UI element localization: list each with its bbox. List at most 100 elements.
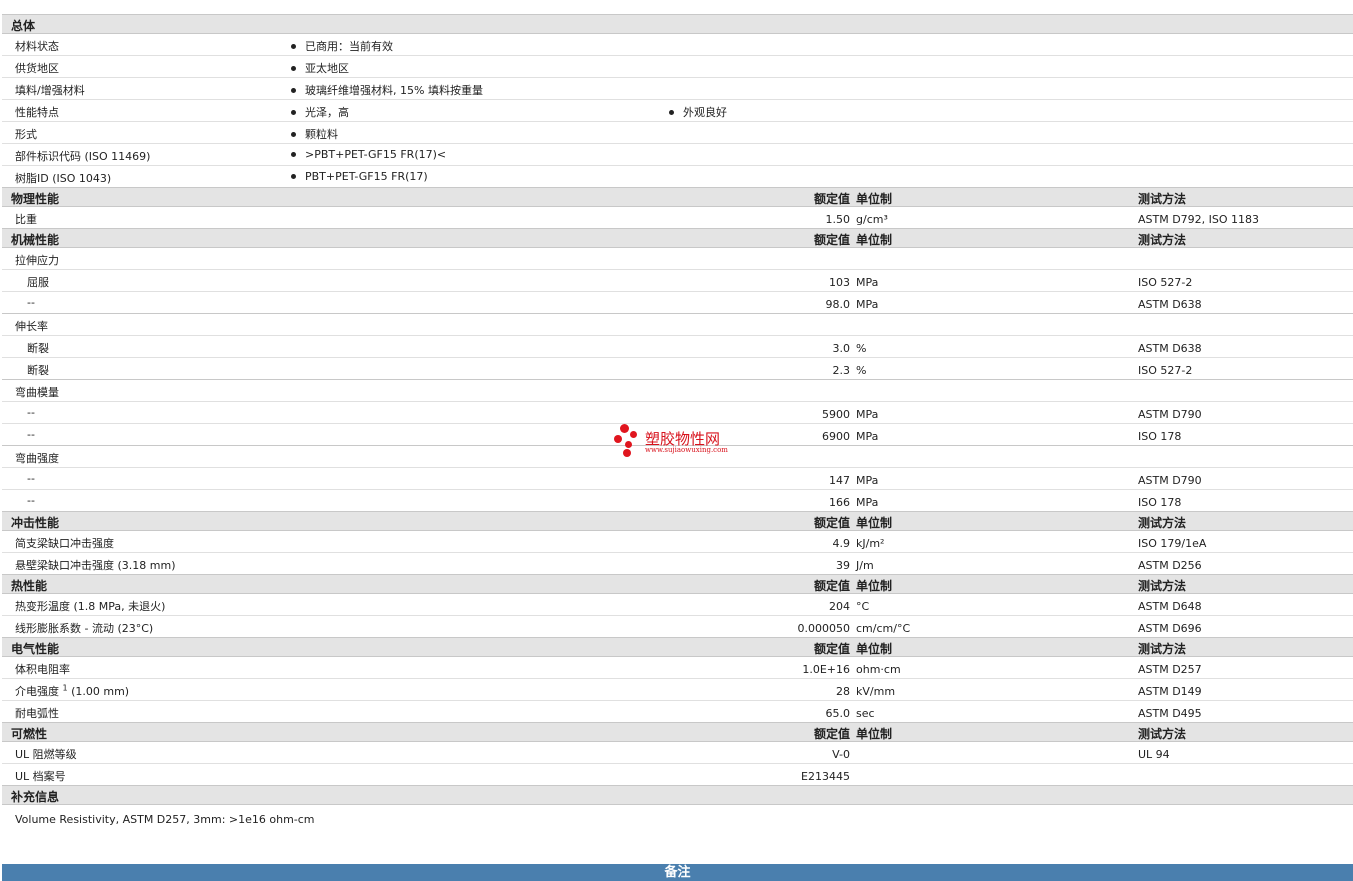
unit: °C [856,600,870,613]
property-name-text: 热变形温度 (1.8 MPa, 未退火) [15,600,166,613]
general-row: 材料状态 已商用：当前有效 [2,34,1353,56]
test-method: ASTM D648 [1138,600,1202,613]
column-header-value: 额定值 [813,516,850,530]
property-name: 性能特点 [15,106,59,119]
property-row: 拉伸应力 [2,248,1353,270]
property-name-extra: (1.00 mm) [67,685,130,698]
property-name-text: 介电强度 [15,685,59,698]
nominal-value: 166 [829,496,850,509]
property-row: -- 98.0 MPa ASTM D638 [2,292,1353,314]
property-row: 介电强度 1 (1.00 mm) 28 kV/mm ASTM D149 [2,679,1353,701]
general-row: 填料/增强材料 玻璃纤维增强材料, 15% 填料按重量 [2,78,1353,100]
general-row: 性能特点 光泽，高 外观良好 [2,100,1353,122]
test-method: ASTM D790 [1138,408,1202,421]
property-name-text: 断裂 [27,342,49,355]
nominal-value: E213445 [801,770,850,783]
property-value: 亚太地区 [291,60,349,76]
bullet-icon [291,43,296,49]
property-value: 颗粒料 [291,126,338,142]
property-value-text: 已商用：当前有效 [305,40,393,53]
property-value: 已商用：当前有效 [291,38,393,54]
property-row: 体积电阻率 1.0E+16 ohm·cm ASTM D257 [2,657,1353,679]
property-name-text: UL 阻燃等级 [15,748,77,761]
test-method: ASTM D790 [1138,474,1202,487]
column-header-value: 额定值 [813,579,850,593]
unit: ohm·cm [856,663,901,676]
unit: MPa [856,276,879,289]
property-row: 热变形温度 (1.8 MPa, 未退火) 204 °C ASTM D648 [2,594,1353,616]
bullet-icon [291,87,296,93]
nominal-value: 6900 [822,430,850,443]
column-header-unit: 单位制 [856,192,893,206]
unit: cm/cm/°C [856,622,911,635]
property-value: 玻璃纤维增强材料, 15% 填料按重量 [291,82,483,98]
property-name: 比重 [15,211,37,227]
nominal-value: 147 [829,474,850,487]
property-row: 弯曲模量 [2,380,1353,402]
bullet-icon [291,131,296,137]
property-row: 悬壁梁缺口冲击强度 (3.18 mm) 39 J/m ASTM D256 [2,553,1353,575]
property-row: UL 阻燃等级 V-0 UL 94 [2,742,1353,764]
column-header-method: 测试方法 [1138,642,1187,656]
section-title: 电气性能 [11,642,60,656]
supplement-row: Volume Resistivity, ASTM D257, 3mm: >1e1… [2,805,1353,827]
property-value: PBT+PET-GF15 FR(17) [291,170,428,183]
general-section: 总体 材料状态 已商用：当前有效 供货地区 亚太地区 填料/增强材料 玻璃纤维增强材料, 1… [2,15,1353,188]
section-header: 电气性能 额定值 单位制 测试方法 [2,638,1353,657]
property-row: UL 档案号 E213445 [2,764,1353,786]
property-name: 耐电弧性 [15,705,59,721]
section-title: 机械性能 [11,233,60,247]
top-border [2,0,1353,15]
bullet-icon [669,109,674,115]
datasheet: 总体 材料状态 已商用：当前有效 供货地区 亚太地区 填料/增强材料 玻璃纤维增强材料, 1… [2,0,1353,827]
property-row: 断裂 3.0% ASTM D638 [2,336,1353,358]
nominal-value: 98.0 [825,298,851,311]
nominal-value: 2.3 [832,364,851,377]
test-method: ISO 178 [1138,496,1182,509]
property-name: 热变形温度 (1.8 MPa, 未退火) [15,598,165,614]
property-name: 部件标识代码 (ISO 11469) [15,150,151,163]
property-row: -- 147 MPa ASTM D790 [2,468,1353,490]
unit: % [856,342,867,355]
column-header-unit: 单位制 [856,516,893,530]
property-name-text: 悬壁梁缺口冲击强度 (3.18 mm) [15,559,176,572]
property-value-text: 颗粒料 [305,128,338,141]
property-name-text: 比重 [15,213,37,226]
column-header-value: 额定值 [813,642,850,656]
property-row: 伸长率 [2,314,1353,336]
column-header-method: 测试方法 [1138,579,1187,593]
section-header-general: 总体 [2,15,1353,34]
supplement-section: 补充信息 Volume Resistivity, ASTM D257, 3mm: … [2,786,1353,827]
section-header: 热性能 额定值 单位制 测试方法 [2,575,1353,594]
test-method: ASTM D149 [1138,685,1202,698]
property-name: 材料状态 [15,40,59,53]
property-name: 弯曲模量 [15,384,59,400]
bullet-icon [291,173,296,179]
column-header-unit: 单位制 [856,579,893,593]
supplement-text: Volume Resistivity, ASTM D257, 3mm: >1e1… [15,813,315,826]
property-row: 屈服 103 MPa ISO 527-2 [2,270,1353,292]
property-row: 比重 1.50 g/cm³ ASTM D792, ISO 1183 [2,207,1353,229]
test-method: ASTM D257 [1138,663,1202,676]
nominal-value: 28 [836,685,850,698]
property-name-text: 伸长率 [15,320,48,333]
property-value: 光泽，高 [291,104,349,120]
unit: J/m [856,559,874,572]
column-header-value: 额定值 [813,233,850,247]
unit: g/cm³ [856,213,888,226]
nominal-value: 1.50 [825,213,851,226]
property-name: 断裂 [27,362,49,378]
nominal-value: V-0 [832,748,850,761]
column-header-unit: 单位制 [856,233,893,247]
property-value-text: 光泽，高 [305,106,349,119]
property-name: 树脂ID (ISO 1043) [15,172,112,185]
property-name-text: 简支梁缺口冲击强度 [15,537,114,550]
property-row: -- 166 MPa ISO 178 [2,490,1353,512]
property-name-text: -- [27,472,35,485]
unit: MPa [856,408,879,421]
property-name: -- [27,428,35,441]
section-title: 冲击性能 [11,516,60,530]
notes-header: 备注 [2,864,1353,881]
property-row: 断裂 2.3% ISO 527-2 [2,358,1353,380]
property-value: >PBT+PET-GF15 FR(17)< [291,148,446,161]
